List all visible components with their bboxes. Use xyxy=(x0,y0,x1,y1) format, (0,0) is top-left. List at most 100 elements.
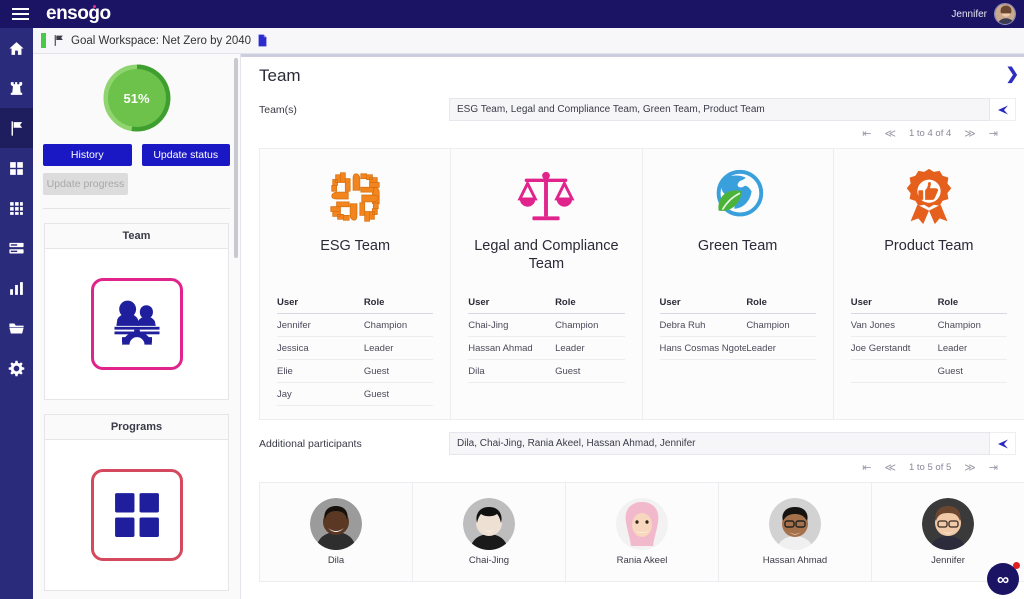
folder-icon xyxy=(9,323,24,333)
team-card[interactable]: Green Team User Role Debra Ruh Champion … xyxy=(643,149,834,419)
document-icon[interactable] xyxy=(257,34,268,47)
member-name: Jay xyxy=(277,388,292,400)
brand-logo[interactable]: ensogo xyxy=(46,3,111,25)
gear-icon xyxy=(8,360,25,376)
table-row: Hassan Ahmad Leader xyxy=(468,337,625,360)
avatar[interactable] xyxy=(994,3,1016,25)
member-name: Chai-Jing xyxy=(468,319,509,331)
workspace-title: Goal Workspace: Net Zero by 2040 xyxy=(71,34,252,47)
scales-of-justice-icon xyxy=(517,171,575,221)
teams-field-label: Team(s) xyxy=(259,103,297,116)
member-name: Elie xyxy=(277,365,293,377)
team-card-name: Product Team xyxy=(884,238,974,254)
member-role: Guest xyxy=(363,388,390,400)
update-status-button[interactable]: Update status xyxy=(141,144,230,166)
member-role: Leader xyxy=(363,342,394,354)
update-progress-button[interactable]: Update progress xyxy=(43,173,128,195)
teams-send-button[interactable] xyxy=(990,98,1016,121)
table-row: Debra Ruh Champion xyxy=(659,314,816,337)
member-role: Guest xyxy=(937,365,963,377)
table-row: Jay Guest xyxy=(277,383,434,406)
last-page-icon[interactable]: ⇥ xyxy=(989,127,998,140)
teams-input[interactable]: ESG Team, Legal and Compliance Team, Gre… xyxy=(449,98,990,121)
programs-tile-body xyxy=(45,440,228,590)
home-icon xyxy=(9,41,24,55)
column-header-user: User xyxy=(659,296,681,308)
app-root: ensogo Jennifer Goal Workspace: Net Zero… xyxy=(0,0,1024,599)
first-page-icon[interactable]: ⇤ xyxy=(862,461,871,474)
sidebar-item-goals[interactable] xyxy=(0,108,33,148)
member-name: Hassan Ahmad xyxy=(468,342,533,354)
history-button[interactable]: History xyxy=(43,144,132,166)
page-title: Team xyxy=(259,66,301,85)
sidebar-item-reports[interactable] xyxy=(0,268,33,308)
table-row: Van Jones Champion xyxy=(850,314,1007,337)
member-name: Jennifer xyxy=(277,319,311,331)
prev-page-icon[interactable]: ≪ xyxy=(884,461,896,474)
table-row: Guest xyxy=(850,360,1007,383)
sidebar-item-organization[interactable] xyxy=(0,68,33,108)
participants-field-row: Additional participants Dila, Chai-Jing,… xyxy=(241,420,1024,455)
participants-pagination: ⇤ ≪ 1 to 5 of 5 ≫ ⇥ xyxy=(241,455,1024,474)
panel-scrollbar[interactable] xyxy=(234,58,238,258)
team-card[interactable]: ESG Team User Role Jennifer Champion Jes… xyxy=(260,149,452,419)
participant-name: Chai-Jing xyxy=(468,555,510,566)
team-card[interactable]: Legal and Compliance Team User Role Chai… xyxy=(451,149,643,419)
sidebar-item-records[interactable] xyxy=(0,228,33,268)
hamburger-icon[interactable] xyxy=(8,8,42,20)
team-tile-body xyxy=(45,249,228,399)
prev-page-icon[interactable]: ≪ xyxy=(884,127,896,140)
column-header-user: User xyxy=(277,296,299,308)
participants-send-button[interactable] xyxy=(990,432,1016,455)
participant-cell[interactable]: Rania Akeel xyxy=(566,483,719,581)
team-card-name: Green Team xyxy=(697,238,778,254)
avatar xyxy=(922,498,974,550)
column-header-role: Role xyxy=(937,296,959,308)
main-content: Team ❯ Team(s) ESG Team, Legal and Compl… xyxy=(240,54,1024,599)
table-row: Jennifer Champion xyxy=(277,314,434,337)
teams-page-label: 1 to 4 of 4 xyxy=(909,128,952,139)
brand-text: ensogo xyxy=(46,3,111,24)
user-name-label: Jennifer xyxy=(951,8,987,20)
member-name: Hans Cosmas Ngoteya xyxy=(659,342,747,354)
first-page-icon[interactable]: ⇤ xyxy=(862,127,871,140)
sidebar-item-files[interactable] xyxy=(0,308,33,348)
table-row: Dila Guest xyxy=(468,360,625,383)
participants-field-label: Additional participants xyxy=(259,437,362,450)
team-member-table: User Role Jennifer Champion Jessica Lead… xyxy=(277,291,434,406)
team-card[interactable]: Product Team User Role Van Jones Champio… xyxy=(834,149,1024,419)
member-role: Guest xyxy=(363,365,390,377)
participants-input[interactable]: Dila, Chai-Jing, Rania Akeel, Hassan Ahm… xyxy=(449,432,990,455)
programs-tile-card[interactable]: Programs xyxy=(44,414,229,591)
chevron-right-icon[interactable]: ❯ xyxy=(1006,64,1019,84)
participant-cell[interactable]: Dila xyxy=(260,483,413,581)
goal-detail-panel: 51% History Update status Update progres… xyxy=(33,54,240,599)
bar-chart-icon xyxy=(10,281,23,295)
member-name: Joe Gerstandt xyxy=(850,342,911,354)
team-people-gear-icon xyxy=(114,300,159,345)
chat-help-button[interactable]: ∞ xyxy=(987,562,1020,595)
participants-grid: Dila Chai-Jing Rania Akeel Hassan Ahmad … xyxy=(259,482,1024,582)
team-card-icon xyxy=(705,161,771,233)
team-tile-card[interactable]: Team xyxy=(44,223,229,400)
goal-action-buttons: History Update status xyxy=(33,132,240,166)
next-page-icon[interactable]: ≫ xyxy=(964,127,976,140)
table-header-row: User Role xyxy=(850,291,1007,314)
member-name: Debra Ruh xyxy=(659,319,706,331)
member-name: Van Jones xyxy=(850,319,895,331)
member-role: Leader xyxy=(937,342,968,354)
sidebar-item-home[interactable] xyxy=(0,28,33,68)
team-member-table: User Role Chai-Jing Champion Hassan Ahma… xyxy=(468,291,625,383)
next-page-icon[interactable]: ≫ xyxy=(964,461,976,474)
team-member-table: User Role Debra Ruh Champion Hans Cosmas… xyxy=(659,291,816,360)
sidebar-item-settings[interactable] xyxy=(0,348,33,388)
participant-cell[interactable]: Chai-Jing xyxy=(413,483,566,581)
top-bar-user-area[interactable]: Jennifer xyxy=(951,3,1024,25)
table-row: Chai-Jing Champion xyxy=(468,314,625,337)
participant-cell[interactable]: Hassan Ahmad xyxy=(719,483,872,581)
avatar xyxy=(310,498,362,550)
four-hands-icon xyxy=(330,172,380,222)
sidebar-item-programs[interactable] xyxy=(0,148,33,188)
sidebar-item-apps[interactable] xyxy=(0,188,33,228)
last-page-icon[interactable]: ⇥ xyxy=(989,461,998,474)
